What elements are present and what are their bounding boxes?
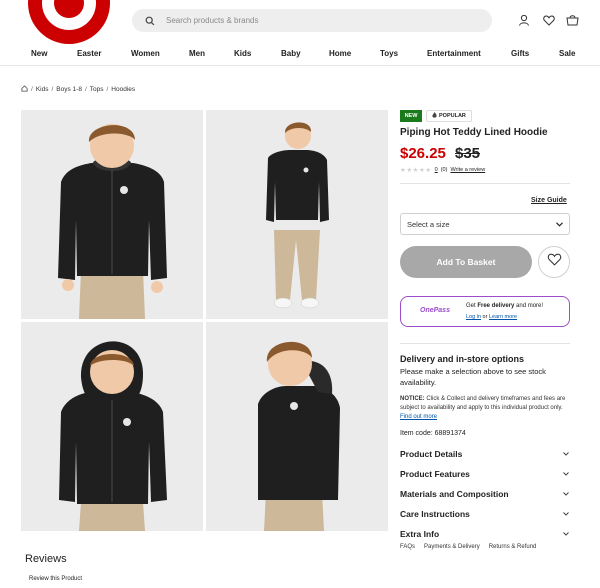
divider xyxy=(400,183,570,184)
star-rating: ★★★★★ xyxy=(400,167,432,174)
product-title: Piping Hot Teddy Lined Hoodie xyxy=(400,127,548,138)
main-nav: New Easter Women Men Kids Baby Home Toys… xyxy=(0,44,600,66)
find-out-more-link[interactable]: Find out more xyxy=(400,414,437,420)
accordion-materials[interactable]: Materials and Composition xyxy=(400,486,570,502)
accordion-product-features[interactable]: Product Features xyxy=(400,466,570,482)
onepass-login-link[interactable]: Log in xyxy=(466,314,481,320)
search-input[interactable] xyxy=(166,16,466,25)
delivery-heading: Delivery and in-store options xyxy=(400,354,525,364)
product-image-side[interactable] xyxy=(206,322,388,531)
onepass-logo: OnePass xyxy=(420,307,450,314)
rating-count[interactable]: 0 xyxy=(435,167,438,173)
chevron-down-icon xyxy=(562,450,570,458)
returns-refund-link[interactable]: Returns & Refund xyxy=(489,544,537,550)
breadcrumb-tops[interactable]: Tops xyxy=(90,86,104,93)
onepass-links: Log in or Learn more xyxy=(466,314,518,320)
size-select-value: Select a size xyxy=(407,219,450,229)
size-select[interactable]: Select a size xyxy=(400,213,570,235)
nav-sale[interactable]: Sale xyxy=(559,49,575,58)
accordion-extra-info[interactable]: Extra Info xyxy=(400,526,570,542)
heart-icon xyxy=(547,253,562,271)
product-image-front[interactable] xyxy=(21,110,203,319)
search-bar[interactable] xyxy=(132,9,492,32)
item-code: Item code: 68891374 xyxy=(400,430,466,437)
add-to-basket-button[interactable]: Add To Basket xyxy=(400,246,532,278)
breadcrumb-hoodies[interactable]: Hoodies xyxy=(111,86,135,93)
basket-icon[interactable] xyxy=(564,12,580,28)
faqs-link[interactable]: FAQs xyxy=(400,544,415,550)
nav-baby[interactable]: Baby xyxy=(281,49,301,58)
popular-label: POPULAR xyxy=(439,113,466,119)
delivery-text: Please make a selection above to see sto… xyxy=(400,367,546,387)
nav-entertainment[interactable]: Entertainment xyxy=(427,49,481,58)
account-icon[interactable] xyxy=(516,12,532,28)
nav-toys[interactable]: Toys xyxy=(380,49,398,58)
extra-info-links: FAQs Payments & Delivery Returns & Refun… xyxy=(400,544,536,550)
divider xyxy=(400,343,570,344)
chevron-down-icon xyxy=(562,510,570,518)
nav-kids[interactable]: Kids xyxy=(234,49,251,58)
onepass-offer: Get Free delivery and more! xyxy=(466,303,544,309)
nav-home[interactable]: Home xyxy=(329,49,351,58)
breadcrumb-boys[interactable]: Boys 1-8 xyxy=(56,86,82,93)
delivery-notice: NOTICE: Click & Collect and delivery tim… xyxy=(400,396,566,420)
nav-men[interactable]: Men xyxy=(189,49,205,58)
new-badge: NEW xyxy=(400,110,422,122)
search-icon xyxy=(138,16,162,26)
chevron-down-icon xyxy=(562,490,570,498)
product-image-hood[interactable] xyxy=(21,322,203,531)
onepass-learn-more-link[interactable]: Learn more xyxy=(489,314,517,320)
popular-badge: POPULAR xyxy=(426,110,472,122)
wishlist-button[interactable] xyxy=(538,246,570,278)
target-logo[interactable] xyxy=(28,0,110,44)
accordion-product-details[interactable]: Product Details xyxy=(400,446,570,462)
size-guide-link[interactable]: Size Guide xyxy=(531,197,567,204)
review-product-link[interactable]: Review this Product xyxy=(29,576,82,582)
nav-easter[interactable]: Easter xyxy=(77,49,101,58)
chevron-down-icon xyxy=(562,470,570,478)
product-image-full[interactable] xyxy=(206,110,388,319)
rating-paren: (0) xyxy=(440,167,448,173)
chevron-down-icon xyxy=(562,530,570,538)
home-icon[interactable] xyxy=(21,85,28,94)
flame-icon xyxy=(432,112,437,120)
nav-new[interactable]: New xyxy=(31,49,47,58)
breadcrumb-kids[interactable]: Kids xyxy=(36,86,49,93)
rating-row: ★★★★★ 0 (0) Write a review xyxy=(400,166,485,174)
accordion-care-instructions[interactable]: Care Instructions xyxy=(400,506,570,522)
chevron-down-icon xyxy=(556,220,563,229)
write-review-link[interactable]: Write a review xyxy=(450,167,485,173)
nav-gifts[interactable]: Gifts xyxy=(511,49,529,58)
reviews-heading: Reviews xyxy=(25,553,67,565)
breadcrumb: / Kids / Boys 1-8 / Tops / Hoodies xyxy=(21,85,135,94)
wishlist-icon[interactable] xyxy=(541,12,557,28)
original-price: $35 xyxy=(455,145,481,162)
onepass-banner: OnePass Get Free delivery and more! Log … xyxy=(400,296,570,327)
nav-women[interactable]: Women xyxy=(131,49,160,58)
current-price: $26.25 xyxy=(400,145,446,162)
payments-delivery-link[interactable]: Payments & Delivery xyxy=(424,544,480,550)
